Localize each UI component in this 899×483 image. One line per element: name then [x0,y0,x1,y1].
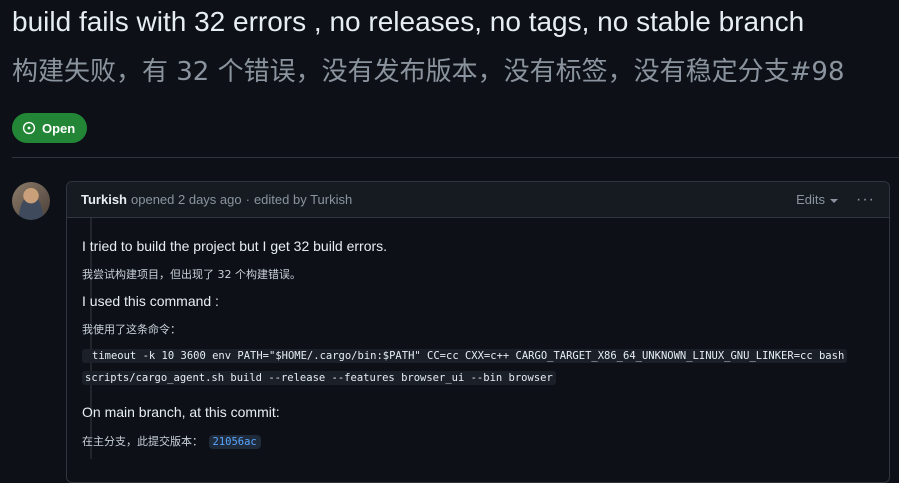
comment-line-3-translation: 在主分支，此提交版本： 21056ac [82,433,261,449]
issue-title-translation-text: 构建失败，有 32 个错误，没有发布版本，没有标签，没有稳定分支 [12,57,790,87]
comment-header: Turkish opened 2 days ago · edited by Tu… [67,182,889,218]
edits-label: Edits [796,192,826,207]
header-separator: · [245,192,250,207]
comment-author-link[interactable]: Turkish [81,192,127,207]
edited-by-link[interactable]: edited by Turkish [254,192,352,207]
comment-line-1: I tried to build the project but I get 3… [82,238,388,254]
commit-link[interactable]: 21056ac [208,435,261,449]
more-options-icon[interactable]: ··· [856,191,875,207]
chevron-down-icon [830,198,839,203]
comment-line-1-translation: 我尝试构建项目，但出现了 32 个构建错误。 [82,268,301,281]
issue-title: build fails with 32 errors , no releases… [12,6,805,37]
comment-line-2-translation: 我使用了这条命令： [82,323,181,336]
issue-state-label: Open [42,120,76,136]
code-line-2: scripts/cargo_agent.sh build --release -… [82,371,556,385]
comment-header-actions: Edits ··· [796,191,875,207]
header-divider [12,157,899,158]
comment-line-3-translation-text: 在主分支，此提交版本： [82,435,203,448]
author-avatar[interactable] [12,182,50,220]
issue-comment: Turkish opened 2 days ago · edited by Tu… [66,181,890,483]
opened-text: opened 2 days ago [131,192,242,207]
comment-line-3: On main branch, at this commit: [82,404,280,420]
edits-dropdown[interactable]: Edits [796,192,839,207]
issue-state-badge: Open [12,113,88,143]
comment-line-2: I used this command : [82,293,219,309]
code-line-1: timeout -k 10 3600 env PATH="$HOME/.carg… [82,349,848,363]
issue-title-translation: 构建失败，有 32 个错误，没有发布版本，没有标签，没有稳定分支#98 [12,52,845,92]
issue-open-icon [22,121,36,135]
issue-number: #98 [789,57,845,87]
